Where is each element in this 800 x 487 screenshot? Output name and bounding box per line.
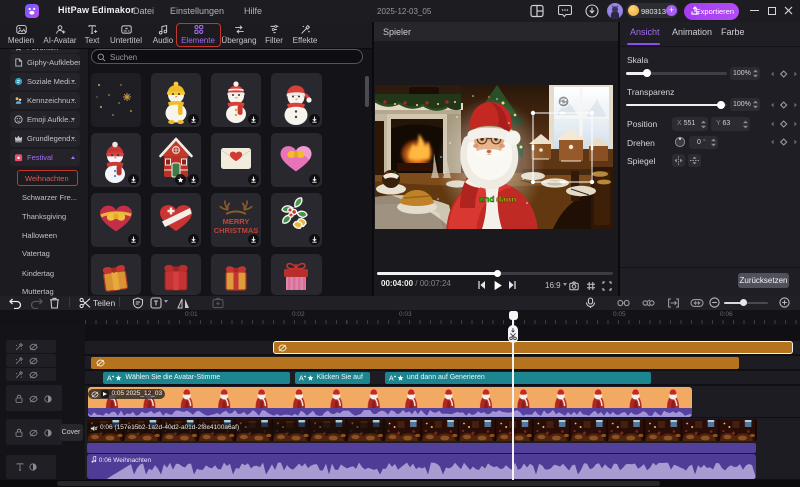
- svg-text:A: A: [389, 376, 394, 383]
- svg-text:A: A: [299, 376, 304, 383]
- svg-text:dann: dann: [496, 194, 516, 204]
- svg-text:MERRY: MERRY: [222, 217, 249, 226]
- svg-text:A: A: [107, 376, 112, 383]
- svg-text:und: und: [479, 194, 495, 204]
